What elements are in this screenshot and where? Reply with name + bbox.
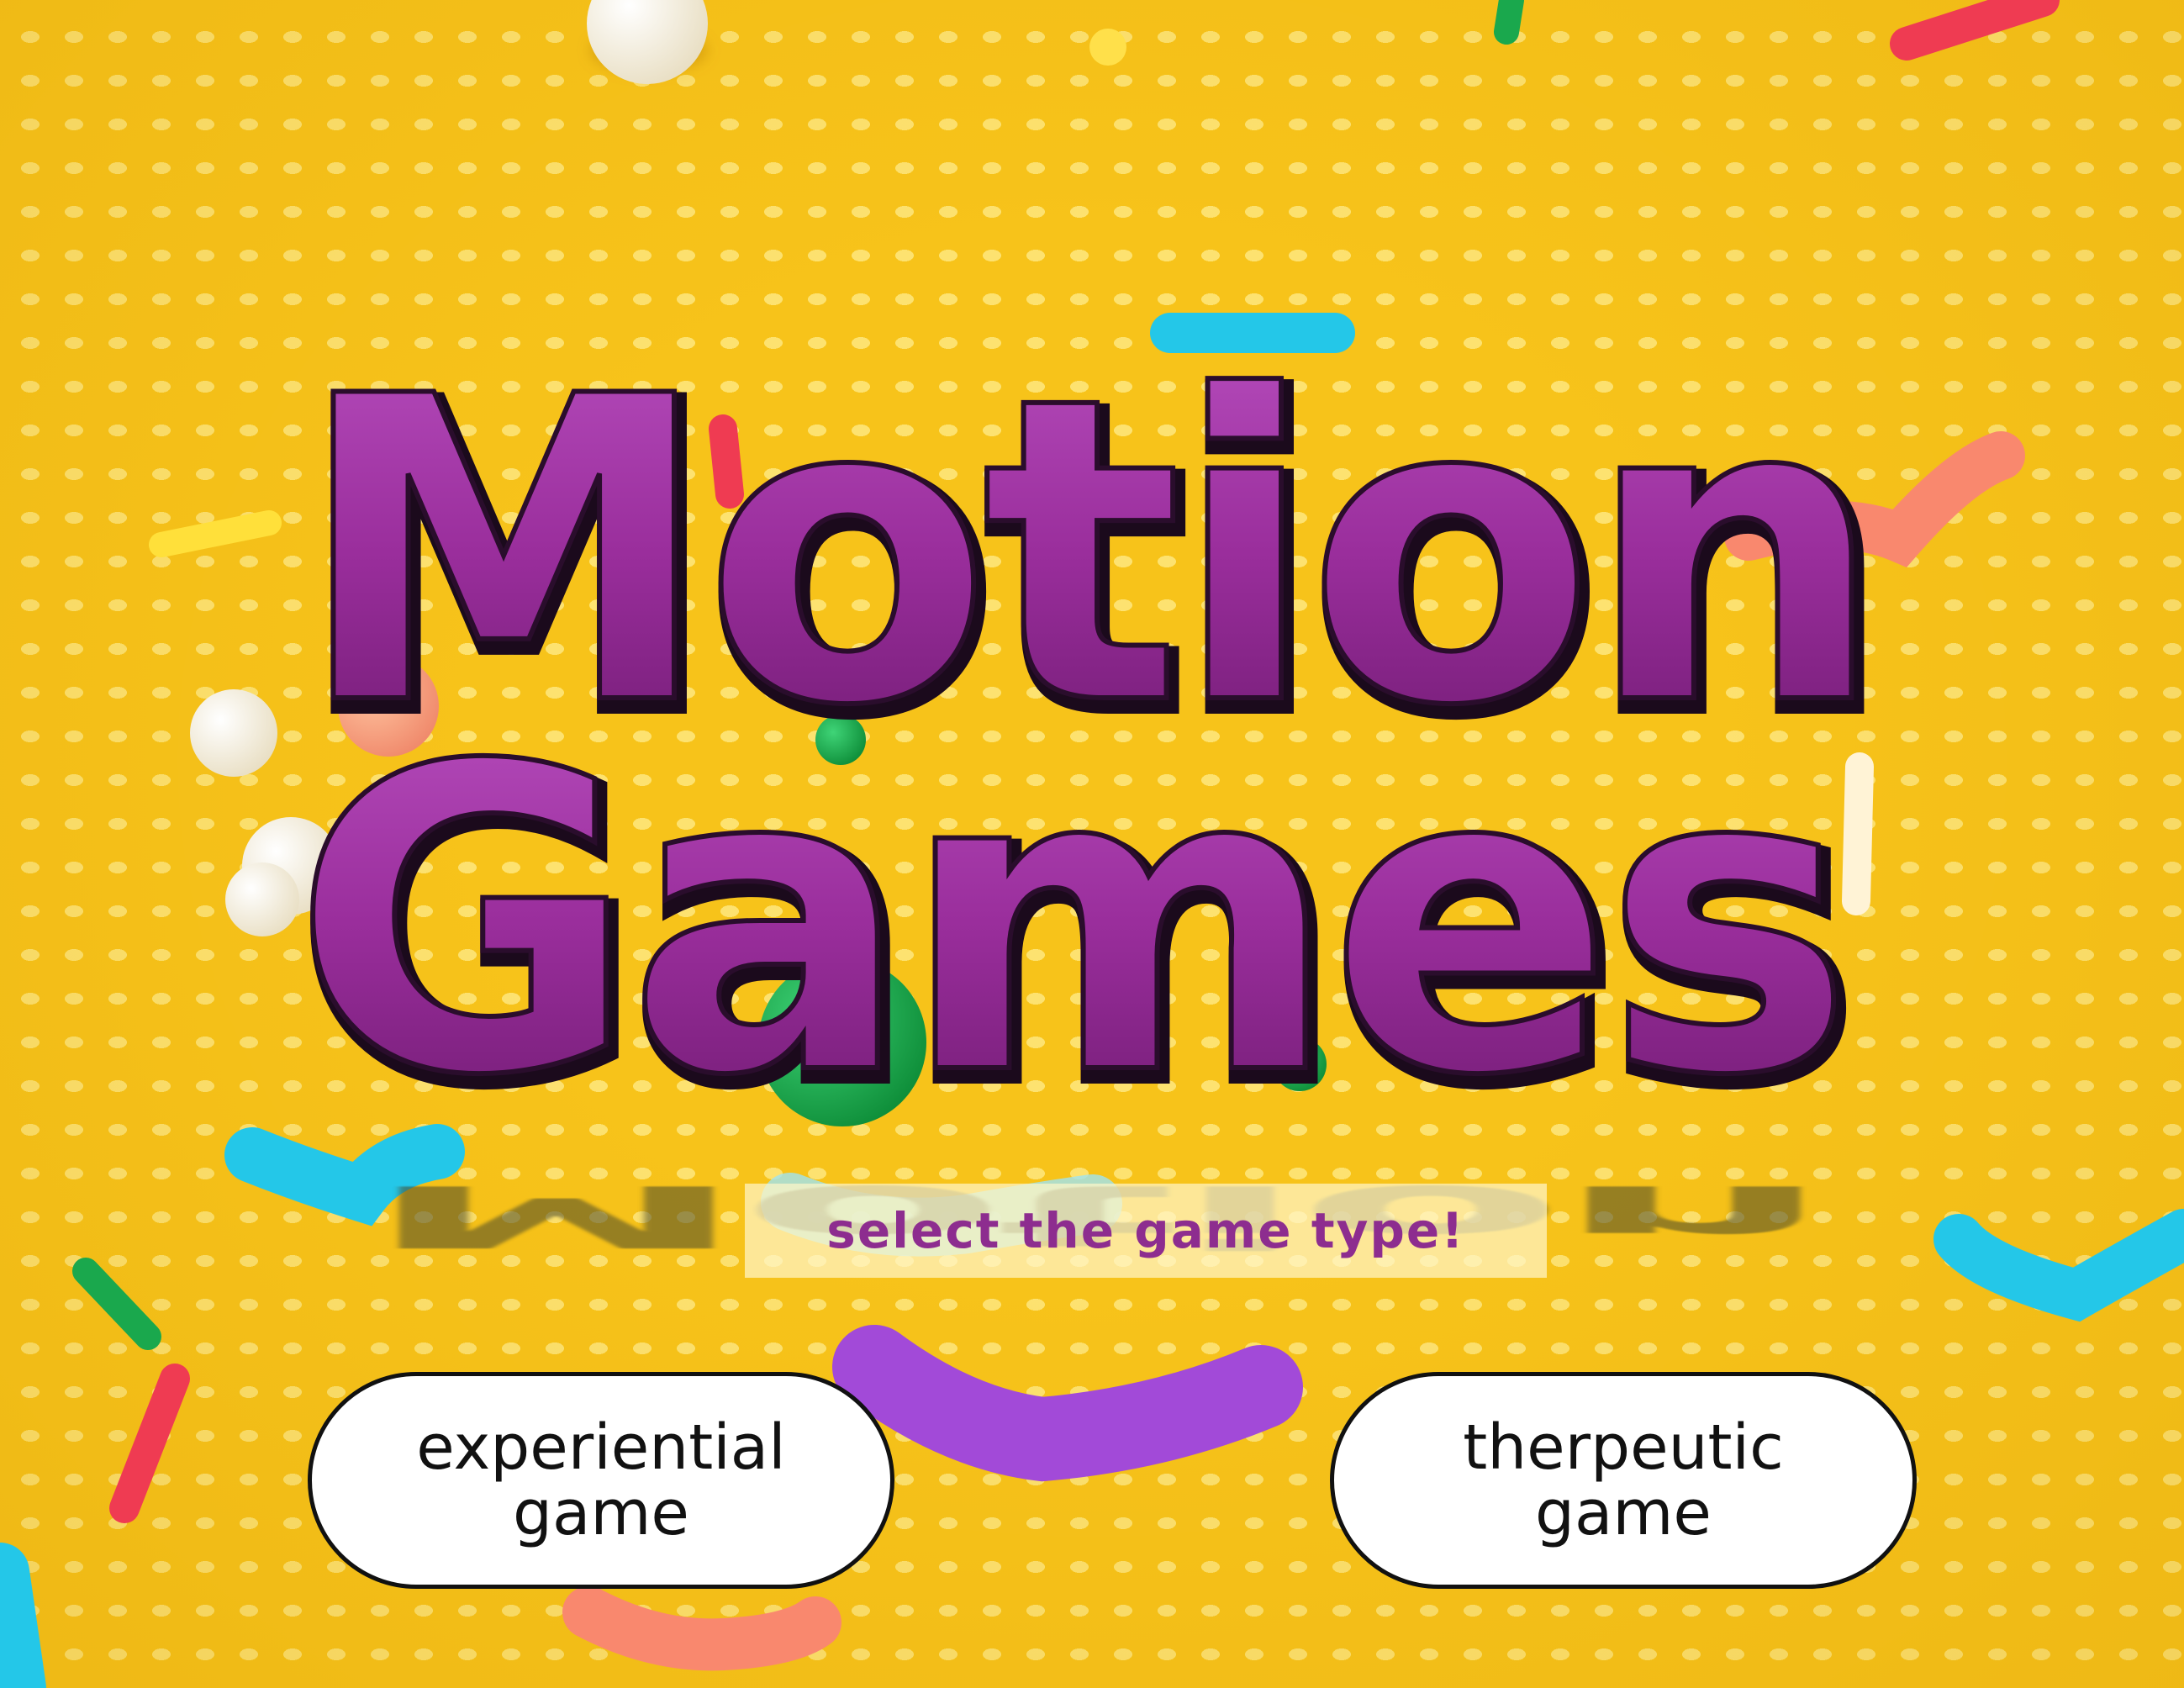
- subtitle-banner: select the game type!: [745, 1184, 1547, 1278]
- therapeutic-game-button[interactable]: therpeutic game: [1330, 1372, 1917, 1589]
- therapeutic-button-label-line2: game: [1535, 1477, 1712, 1549]
- therapeutic-button-label-line1: therpeutic: [1463, 1411, 1784, 1484]
- experiential-game-button[interactable]: experiential game: [308, 1372, 894, 1589]
- experiential-button-label-line2: game: [513, 1477, 689, 1549]
- title-line-2-face: Games: [292, 678, 1844, 1167]
- game-menu-screen: Motion Motion Motion Games Games select …: [0, 0, 2184, 1688]
- experiential-button-label-line1: experiential: [416, 1411, 786, 1484]
- subtitle-text: select the game type!: [826, 1202, 1465, 1259]
